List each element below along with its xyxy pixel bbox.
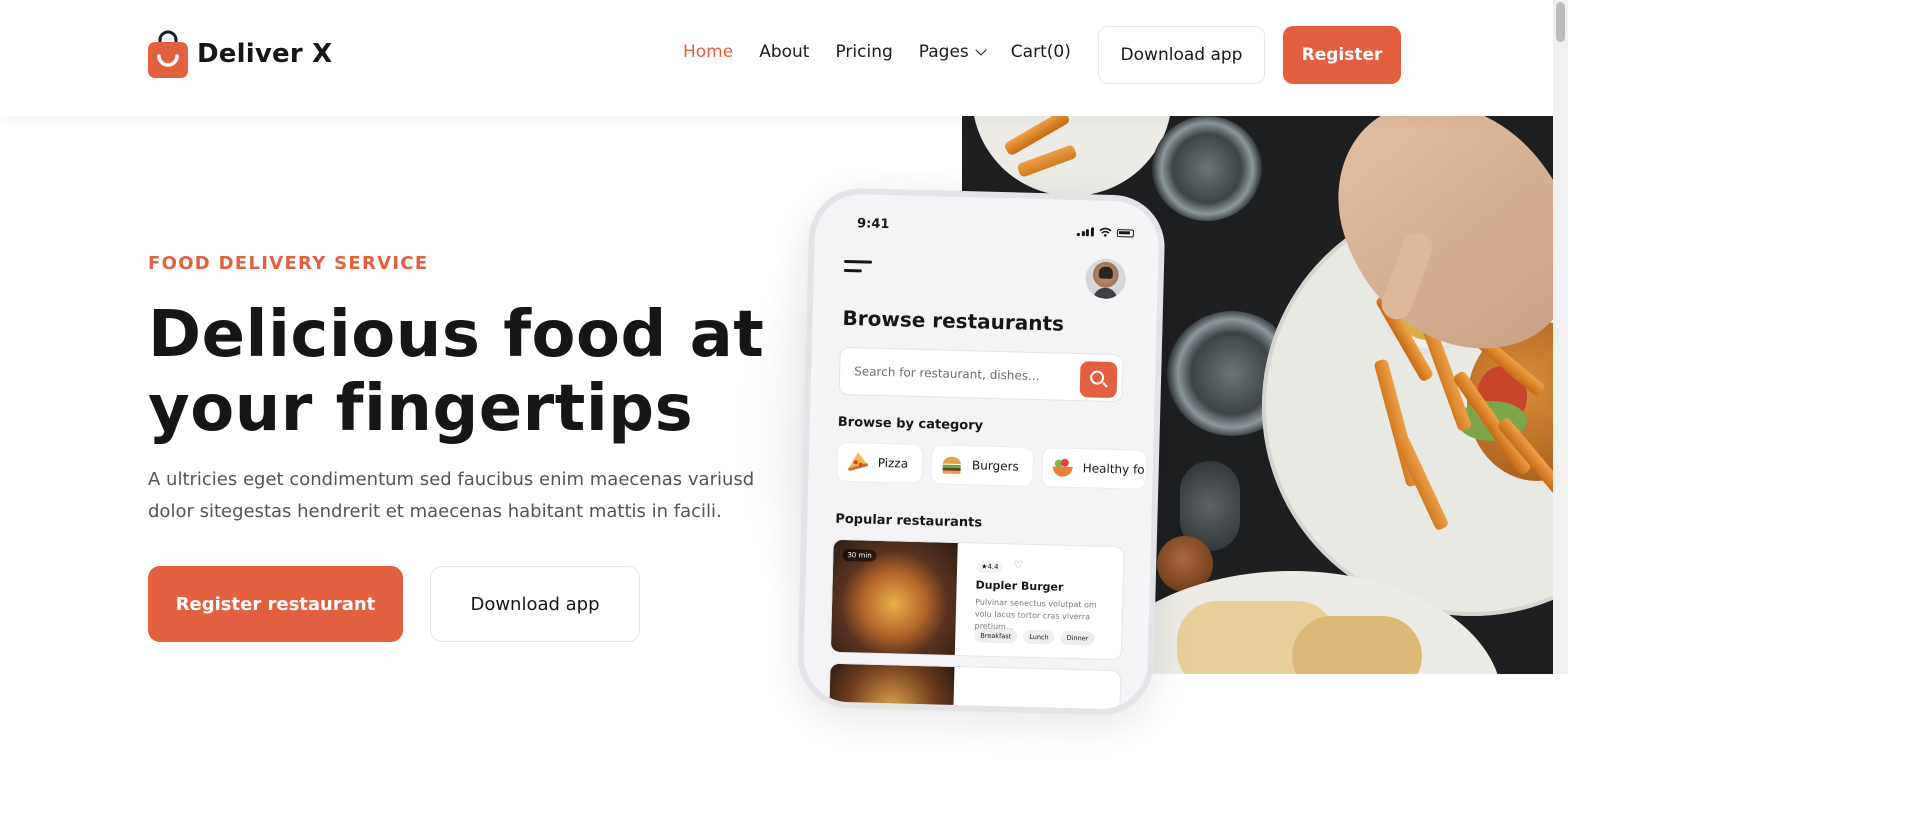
main-nav: Home About Pricing Pages Cart(0): [683, 42, 1097, 62]
nav-item-cart[interactable]: Cart(0): [1011, 42, 1071, 62]
tag: Lunch: [1023, 629, 1055, 645]
category-title: Browse by category: [837, 414, 984, 434]
register-restaurant-button[interactable]: Register restaurant: [148, 566, 403, 642]
scrollbar-thumb[interactable]: [1556, 2, 1565, 42]
restaurant-card[interactable]: [827, 662, 1122, 717]
restaurant-image: 30 min: [830, 539, 958, 657]
search-button[interactable]: [1079, 361, 1118, 399]
tag: Breakfast: [974, 628, 1018, 644]
site-header: Deliver X Home About Pricing Pages Cart(…: [0, 0, 1553, 116]
phone-search-input[interactable]: Search for restaurant, dishes...: [838, 346, 1124, 403]
category-label: Pizza: [877, 455, 909, 471]
category-chip-healthy[interactable]: Healthy fo: [1041, 447, 1148, 490]
signal-icon: [1076, 227, 1094, 237]
category-label: Burgers: [971, 458, 1019, 474]
rating-badge: ★4.4: [975, 560, 1004, 574]
popular-title: Popular restaurants: [835, 511, 983, 531]
hero-subtext: A ultricies eget condimentum sed faucibu…: [148, 469, 755, 522]
glass-shape: [1152, 116, 1262, 221]
brand-logo[interactable]: Deliver X: [148, 30, 332, 78]
salad-icon: [1052, 458, 1073, 477]
category-label: Healthy fo: [1082, 461, 1145, 477]
nav-item-pages[interactable]: Pages: [918, 42, 987, 62]
burger-icon: [942, 456, 962, 475]
hero-eyebrow: FOOD DELIVERY SERVICE: [148, 253, 429, 274]
nav-item-pricing[interactable]: Pricing: [835, 42, 892, 62]
brand-name: Deliver X: [197, 39, 333, 69]
hero-download-app-button[interactable]: Download app: [430, 566, 640, 642]
battery-icon: [1116, 229, 1134, 238]
nav-item-pages-label: Pages: [918, 42, 969, 62]
restaurant-tags: Breakfast Lunch Dinner: [974, 628, 1095, 646]
chevron-down-icon: [975, 43, 987, 56]
status-time: 9:41: [856, 216, 890, 233]
restaurant-name: Dupler Burger: [975, 578, 1064, 594]
restaurant-card[interactable]: 30 min ★4.4 ♡ Dupler Burger Pulvinar sen…: [829, 538, 1125, 661]
page-scrollbar[interactable]: [1553, 0, 1568, 674]
nav-item-home[interactable]: Home: [683, 42, 733, 62]
heart-icon[interactable]: ♡: [1013, 558, 1023, 571]
nav-item-about[interactable]: About: [759, 42, 809, 62]
wifi-icon: [1098, 227, 1112, 237]
hero-headline: Delicious food at your fingertips: [148, 298, 765, 446]
restaurant-image: [828, 663, 955, 717]
search-placeholder: Search for restaurant, dishes...: [854, 364, 1040, 384]
hamburger-menu-icon[interactable]: [843, 259, 873, 279]
shopping-bag-icon: [148, 30, 188, 78]
pizza-icon: [847, 452, 869, 472]
category-chip-pizza[interactable]: Pizza: [836, 441, 924, 485]
category-chip-burgers[interactable]: Burgers: [930, 444, 1035, 487]
category-list: Pizza Burgers Healthy fo: [836, 441, 1148, 490]
status-icons: [1076, 226, 1134, 238]
bread-shape: [1292, 616, 1422, 674]
download-app-button[interactable]: Download app: [1098, 26, 1265, 84]
tag: Dinner: [1060, 630, 1095, 646]
register-button[interactable]: Register: [1283, 26, 1401, 84]
phone-browse-title: Browse restaurants: [842, 305, 1065, 336]
delivery-time-badge: 30 min: [842, 548, 877, 562]
phone-mockup: 9:41 Browse restaurants Search for resta…: [796, 187, 1166, 717]
avatar[interactable]: [1085, 258, 1127, 300]
